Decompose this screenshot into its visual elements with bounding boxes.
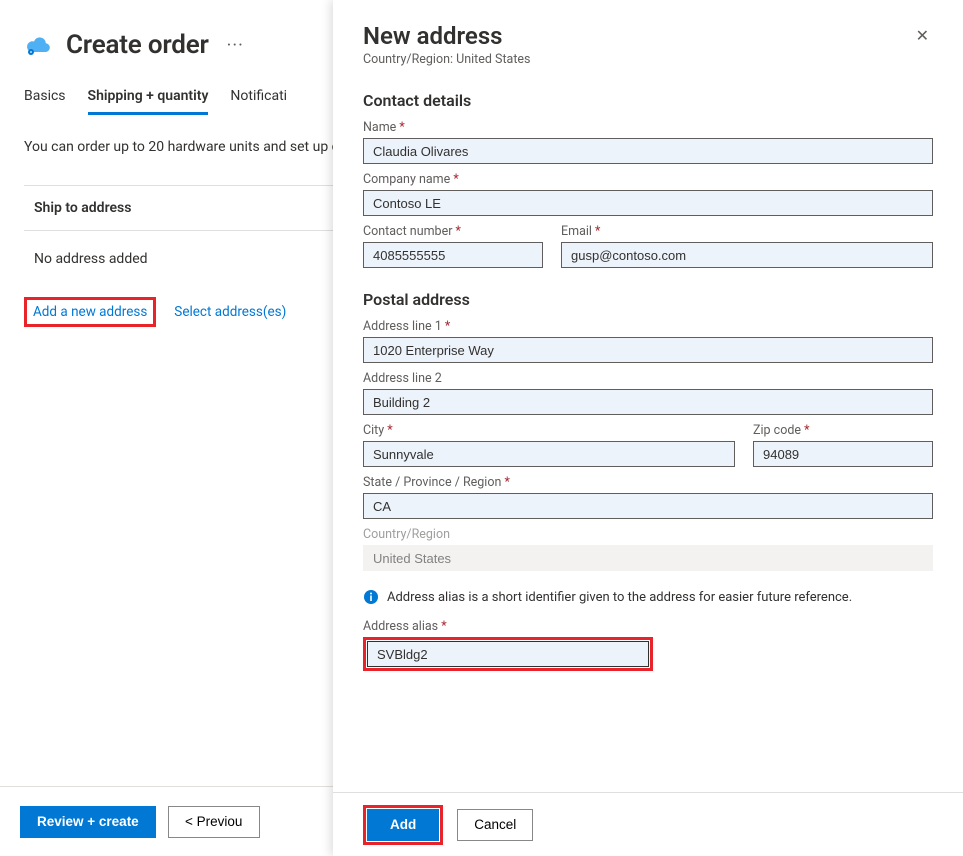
- address-line-2-input[interactable]: [363, 389, 933, 415]
- country-label: Country/Region: [363, 527, 933, 542]
- zip-input[interactable]: [753, 441, 933, 467]
- alias-label: Address alias: [363, 619, 653, 634]
- postal-address-header: Postal address: [363, 290, 933, 309]
- country-input: [363, 545, 933, 571]
- add-button-highlight: Add: [363, 805, 443, 845]
- page-title: Create order: [66, 30, 209, 60]
- previous-button[interactable]: < Previou: [168, 806, 260, 838]
- tab-basics[interactable]: Basics: [24, 88, 66, 115]
- address-line-1-label: Address line 1: [363, 319, 933, 334]
- panel-subtitle: Country/Region: United States: [363, 52, 531, 67]
- select-addresses-link[interactable]: Select address(es): [174, 304, 286, 320]
- contact-number-input[interactable]: [363, 242, 543, 268]
- panel-footer: Add Cancel: [333, 792, 963, 856]
- close-icon[interactable]: ✕: [912, 22, 933, 49]
- name-label: Name: [363, 120, 933, 135]
- city-label: City: [363, 423, 735, 438]
- company-input[interactable]: [363, 190, 933, 216]
- add-new-address-link[interactable]: Add a new address: [33, 304, 147, 320]
- state-label: State / Province / Region: [363, 475, 933, 490]
- address-line-1-input[interactable]: [363, 337, 933, 363]
- tab-notifications[interactable]: Notificati: [230, 88, 287, 115]
- alias-input-highlight: [363, 637, 653, 671]
- alias-info: Address alias is a short identifier give…: [363, 589, 933, 605]
- name-input[interactable]: [363, 138, 933, 164]
- city-input[interactable]: [363, 441, 735, 467]
- info-icon: [363, 589, 379, 605]
- email-label: Email: [561, 224, 933, 239]
- contact-details-header: Contact details: [363, 91, 933, 110]
- email-input[interactable]: [561, 242, 933, 268]
- company-label: Company name: [363, 172, 933, 187]
- panel-header: New address Country/Region: United State…: [363, 22, 933, 85]
- zip-label: Zip code: [753, 423, 933, 438]
- cancel-button[interactable]: Cancel: [457, 809, 533, 841]
- review-create-button[interactable]: Review + create: [20, 806, 156, 838]
- alias-input[interactable]: [367, 641, 649, 667]
- address-line-2-label: Address line 2: [363, 371, 933, 386]
- state-input[interactable]: [363, 493, 933, 519]
- overflow-button[interactable]: ···: [223, 35, 248, 56]
- alias-info-text: Address alias is a short identifier give…: [387, 590, 852, 605]
- add-button[interactable]: Add: [367, 809, 439, 841]
- panel-title: New address: [363, 22, 531, 50]
- new-address-panel: New address Country/Region: United State…: [333, 0, 963, 856]
- add-new-address-highlight: Add a new address: [24, 297, 156, 327]
- tab-shipping[interactable]: Shipping + quantity: [88, 88, 209, 115]
- cloud-icon: [24, 33, 52, 57]
- contact-number-label: Contact number: [363, 224, 543, 239]
